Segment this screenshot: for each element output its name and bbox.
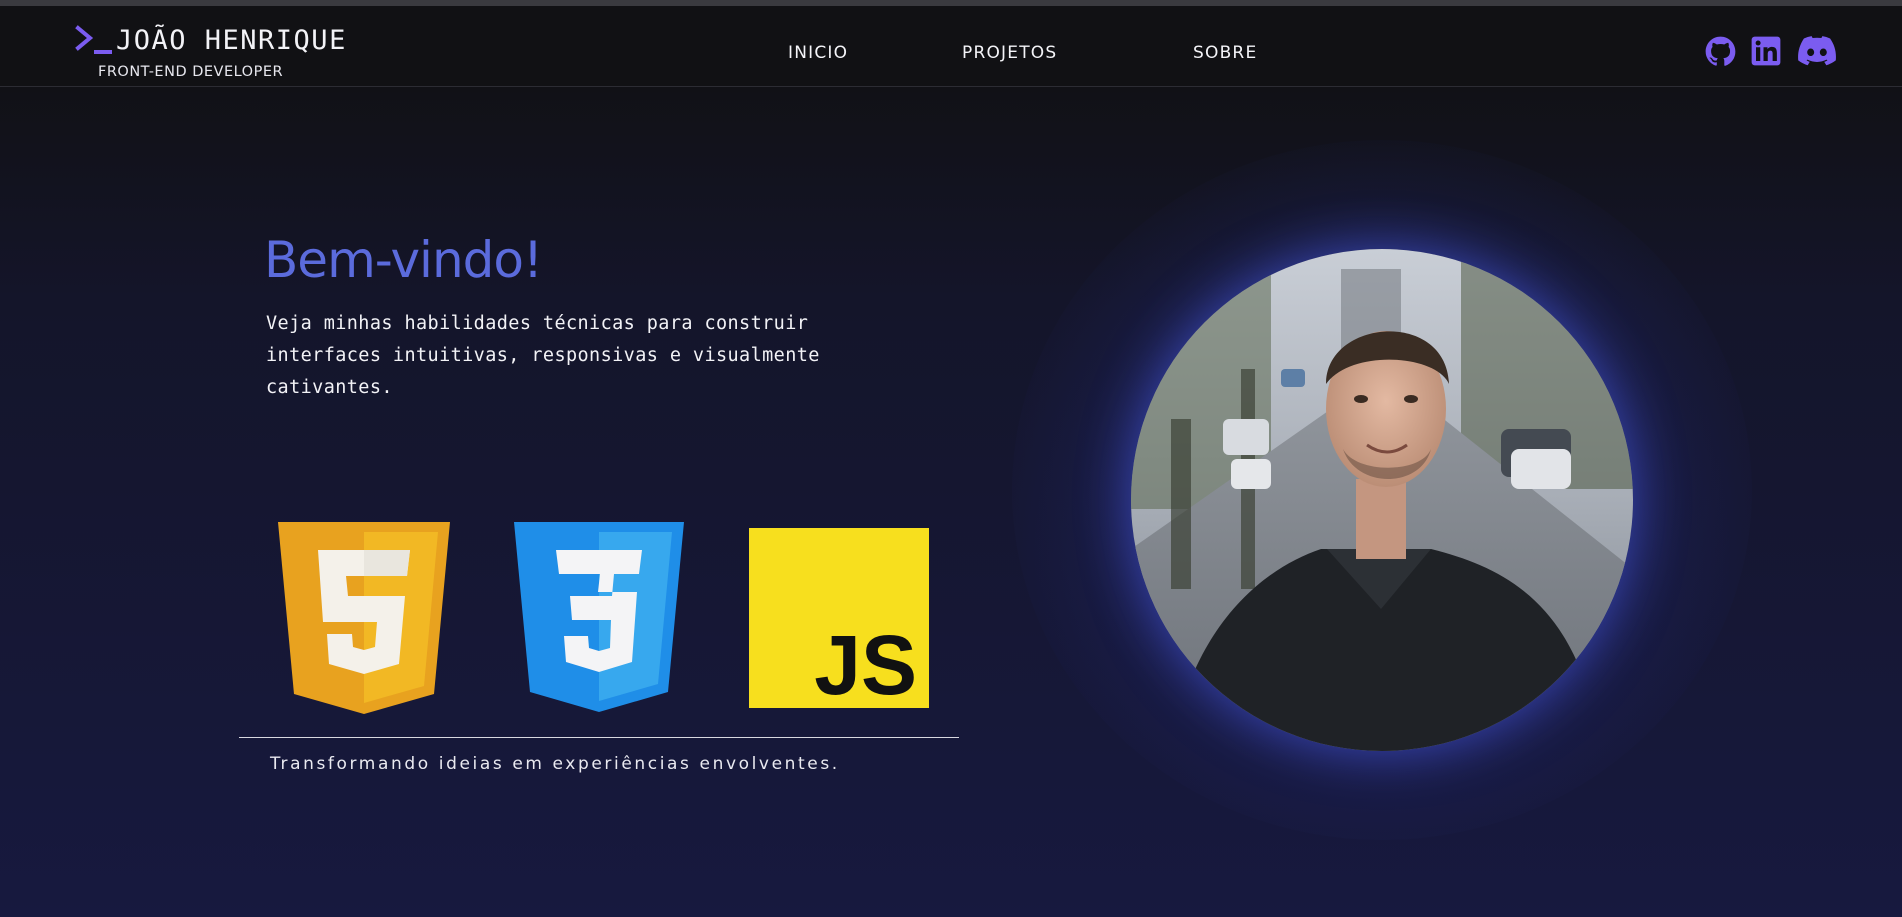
- nav-inicio[interactable]: INICIO: [788, 43, 848, 63]
- nav-projetos[interactable]: PROJETOS: [962, 43, 1057, 63]
- tagline: Transformando ideias em experiências env…: [270, 754, 840, 774]
- js-logo-text: JS: [814, 618, 917, 708]
- nav-sobre[interactable]: SOBRE: [1193, 43, 1257, 63]
- main-nav: INICIO PROJETOS SOBRE: [0, 6, 1902, 86]
- hero-subtitle: Veja minhas habilidades técnicas para co…: [266, 313, 820, 398]
- profile-photo: [1131, 249, 1633, 751]
- discord-icon: [1798, 36, 1836, 66]
- site-header: JOÃO HENRIQUE FRONT-END DEVELOPER INICIO…: [0, 6, 1902, 87]
- linkedin-icon: [1751, 36, 1781, 66]
- javascript-icon: JS: [749, 528, 929, 708]
- discord-link[interactable]: [1798, 36, 1836, 66]
- divider: [239, 737, 959, 738]
- css3-icon: [514, 522, 684, 712]
- github-icon: [1705, 36, 1736, 66]
- linkedin-link[interactable]: [1751, 36, 1781, 66]
- html5-icon: [278, 522, 450, 714]
- github-link[interactable]: [1705, 36, 1736, 67]
- hero-title: Bem-vindo!: [264, 231, 543, 289]
